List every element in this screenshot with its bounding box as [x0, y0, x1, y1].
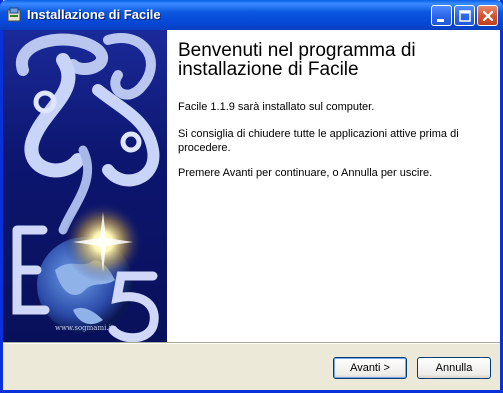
installer-window: Installazione di Facile www.sogmami.it B… — [0, 0, 503, 393]
minimize-icon — [437, 19, 444, 22]
facile-logo-artwork: www.sogmami.it — [12, 33, 160, 342]
advice-line-1: Si consiglia di chiudere tutte le applic… — [178, 128, 459, 140]
minimize-button[interactable] — [431, 5, 452, 26]
window-title: Installazione di Facile — [27, 7, 161, 22]
heading-line-1: Benvenuti nel programma di — [178, 40, 416, 61]
sidebar-watermark: www.sogmami.it — [55, 324, 114, 332]
advice-line-2: procedere. — [178, 142, 231, 154]
close-apps-advice-text: Si consiglia di chiudere tutte le applic… — [178, 127, 478, 155]
cancel-button[interactable]: Annulla — [417, 357, 491, 379]
heading-line-2: installazione di Facile — [178, 59, 359, 80]
close-button[interactable] — [477, 5, 498, 26]
title-bar[interactable]: Installazione di Facile — [0, 0, 503, 30]
wizard-sidebar-image: www.sogmami.it — [3, 30, 167, 342]
maximize-icon — [459, 10, 471, 22]
version-info-text: Facile 1.1.9 sarà installato sul compute… — [178, 101, 375, 113]
welcome-heading: Benvenuti nel programma di installazione… — [178, 41, 478, 79]
button-area-divider — [3, 342, 500, 344]
close-icon — [482, 10, 494, 22]
client-area: www.sogmami.it Benvenuti nel programma d… — [3, 30, 500, 342]
maximize-button[interactable] — [454, 5, 475, 26]
next-button[interactable]: Avanti > — [333, 357, 407, 379]
continue-instructions-text: Premere Avanti per continuare, o Annulla… — [178, 167, 433, 179]
installer-app-icon — [7, 7, 21, 22]
